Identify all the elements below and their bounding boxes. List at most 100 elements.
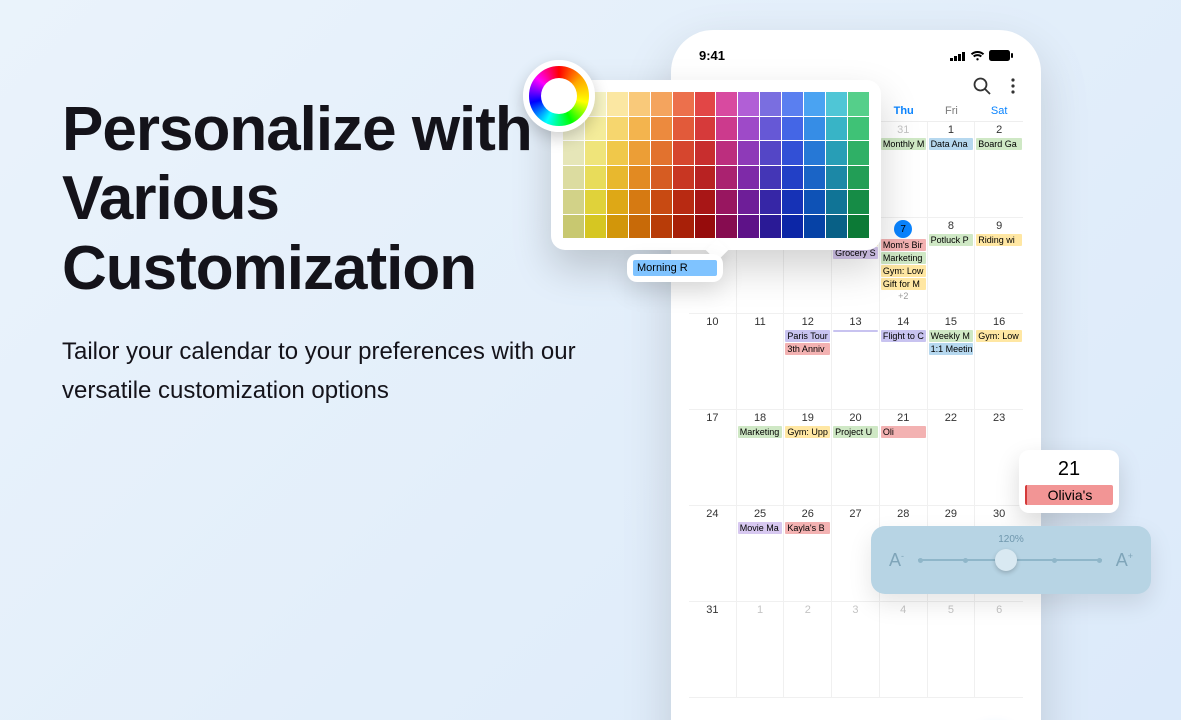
event-chip[interactable]: Data Ana [929, 138, 974, 150]
day-cell[interactable]: 17 [689, 410, 737, 506]
event-chip[interactable]: Flight to C [881, 330, 926, 342]
day-cell[interactable]: 22 [928, 410, 976, 506]
color-wheel-icon[interactable] [523, 60, 595, 132]
event-chip[interactable]: Marketing [881, 252, 926, 264]
color-swatch[interactable] [804, 141, 825, 165]
event-chip[interactable]: Marketing [738, 426, 783, 438]
event-chip[interactable]: Gym: Low [881, 265, 926, 277]
event-chip[interactable]: Project U [833, 426, 878, 438]
color-swatch[interactable] [848, 215, 869, 239]
event-chip[interactable]: 1:1 Meetin [929, 343, 974, 355]
color-swatch[interactable] [563, 190, 584, 214]
event-chip[interactable]: Board Ga [976, 138, 1022, 150]
color-swatch[interactable] [563, 166, 584, 190]
color-swatch[interactable] [651, 92, 672, 116]
event-chip[interactable]: Kayla's B [785, 522, 830, 534]
event-chip[interactable]: Potluck P [929, 234, 974, 246]
color-swatch[interactable] [651, 141, 672, 165]
decrease-font-icon[interactable]: A- [889, 550, 904, 571]
color-swatch[interactable] [826, 117, 847, 141]
day-cell[interactable]: 3 [832, 602, 880, 698]
color-swatch[interactable] [738, 190, 759, 214]
color-swatch[interactable] [738, 141, 759, 165]
increase-font-icon[interactable]: A+ [1116, 550, 1133, 571]
color-swatch[interactable] [804, 190, 825, 214]
color-swatch[interactable] [716, 92, 737, 116]
color-swatch[interactable] [760, 166, 781, 190]
color-swatch[interactable] [716, 190, 737, 214]
font-size-slider[interactable]: 120% A- A+ [871, 526, 1151, 594]
color-swatch[interactable] [629, 166, 650, 190]
color-swatch[interactable] [673, 92, 694, 116]
color-swatch[interactable] [673, 190, 694, 214]
search-icon[interactable] [973, 77, 991, 95]
day-cell[interactable]: 23 [975, 410, 1023, 506]
day-cell[interactable]: 2 [784, 602, 832, 698]
color-swatch[interactable] [607, 215, 628, 239]
slider-track[interactable] [918, 559, 1102, 561]
day-cell[interactable]: 8Potluck P [928, 218, 976, 314]
color-swatch[interactable] [651, 215, 672, 239]
day-cell[interactable]: 21Oli [880, 410, 928, 506]
event-chip[interactable]: Weekly M [929, 330, 974, 342]
color-swatch[interactable] [804, 117, 825, 141]
event-chip[interactable]: 3th Anniv [785, 343, 830, 355]
day-cell[interactable]: 16Gym: Low [975, 314, 1023, 410]
color-swatch[interactable] [782, 215, 803, 239]
day-cell[interactable]: 26Kayla's B [784, 506, 832, 602]
day-cell[interactable]: 2Board Ga [975, 122, 1023, 218]
color-swatch[interactable] [782, 166, 803, 190]
color-swatch[interactable] [563, 141, 584, 165]
more-events-label[interactable]: +2 [880, 291, 927, 301]
day-cell[interactable]: 7Mom's BirMarketingGym: LowGift for M+2 [880, 218, 928, 314]
day-cell[interactable]: 5 [928, 602, 976, 698]
color-swatch[interactable] [716, 141, 737, 165]
event-chip[interactable]: Paris Tour [785, 330, 830, 342]
color-swatch[interactable] [607, 141, 628, 165]
color-swatch[interactable] [738, 215, 759, 239]
event-chip[interactable]: Monthly M [881, 138, 926, 150]
color-swatch[interactable] [651, 166, 672, 190]
day-cell[interactable]: 10 [689, 314, 737, 410]
day-cell[interactable]: 19Gym: Upp [784, 410, 832, 506]
color-swatch[interactable] [782, 141, 803, 165]
color-swatch[interactable] [651, 117, 672, 141]
color-swatch[interactable] [826, 141, 847, 165]
color-swatch[interactable] [629, 92, 650, 116]
day-cell[interactable]: 15Weekly M1:1 Meetin [928, 314, 976, 410]
color-swatch[interactable] [716, 166, 737, 190]
color-swatch[interactable] [607, 190, 628, 214]
color-swatch[interactable] [585, 190, 606, 214]
event-chip[interactable]: Gym: Low [976, 330, 1022, 342]
color-swatch[interactable] [782, 190, 803, 214]
day-cell[interactable]: 4 [880, 602, 928, 698]
color-swatch[interactable] [760, 92, 781, 116]
color-swatch[interactable] [585, 166, 606, 190]
color-swatch[interactable] [760, 215, 781, 239]
color-swatch[interactable] [782, 117, 803, 141]
color-swatch[interactable] [804, 215, 825, 239]
slider-thumb[interactable] [995, 549, 1017, 571]
day-cell[interactable]: 12Paris Tour3th Anniv [784, 314, 832, 410]
day-cell[interactable]: 24 [689, 506, 737, 602]
color-swatch[interactable] [607, 117, 628, 141]
event-chip[interactable]: Mom's Bir [881, 239, 926, 251]
day-cell[interactable]: 31Monthly M [880, 122, 928, 218]
color-swatch[interactable] [738, 166, 759, 190]
day-cell[interactable]: 14Flight to C [880, 314, 928, 410]
color-swatch[interactable] [695, 215, 716, 239]
color-swatch[interactable] [629, 141, 650, 165]
color-swatch[interactable] [695, 166, 716, 190]
color-swatch[interactable] [673, 215, 694, 239]
day-cell[interactable]: 20Project U [832, 410, 880, 506]
color-swatch[interactable] [760, 190, 781, 214]
color-swatch[interactable] [716, 117, 737, 141]
day-cell[interactable]: 13 [832, 314, 880, 410]
color-swatch[interactable] [673, 141, 694, 165]
event-chip[interactable]: Riding wi [976, 234, 1022, 246]
color-swatch[interactable] [695, 190, 716, 214]
color-swatch[interactable] [848, 117, 869, 141]
color-picker-popover[interactable] [551, 80, 881, 250]
color-swatch[interactable] [716, 215, 737, 239]
color-swatch[interactable] [760, 117, 781, 141]
